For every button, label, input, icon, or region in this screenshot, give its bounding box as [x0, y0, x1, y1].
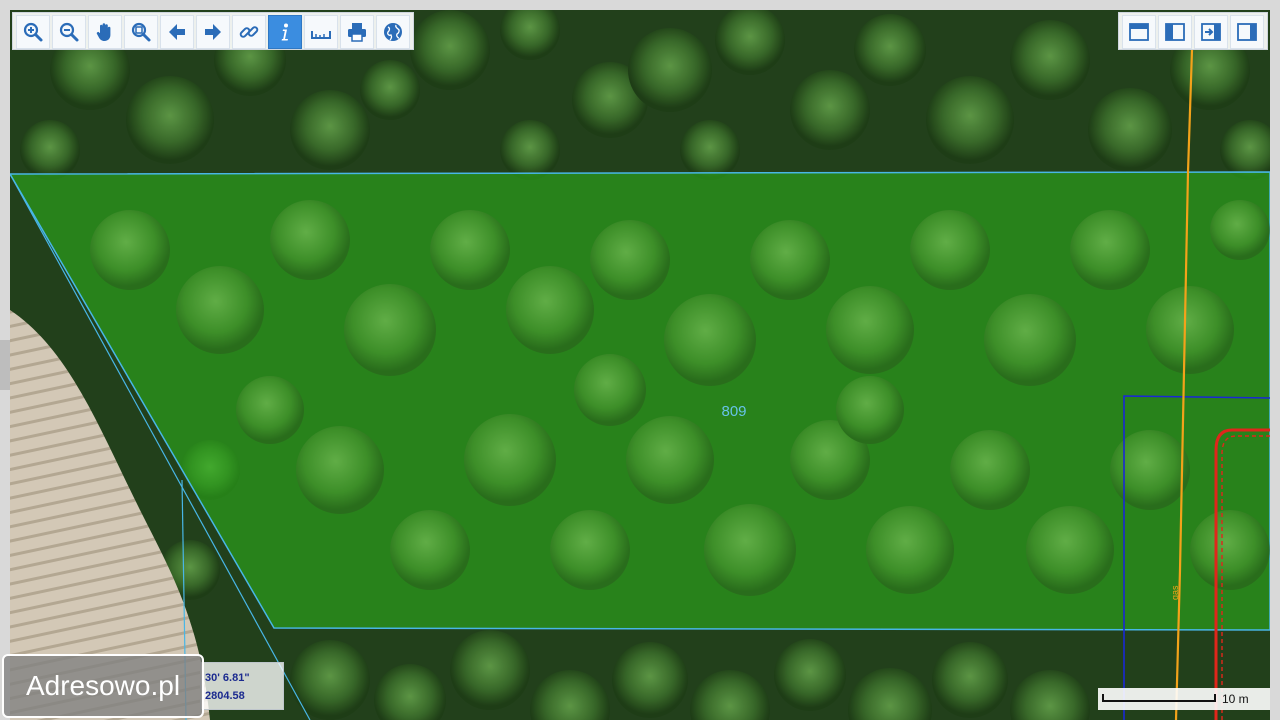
orange-line-label: gas: [1170, 585, 1180, 600]
pan-button[interactable]: [88, 15, 122, 49]
next-view-button[interactable]: [196, 15, 230, 49]
link-icon: [239, 26, 259, 38]
ruler-icon: [311, 31, 331, 39]
arrow-left-icon: [169, 24, 185, 40]
layout-right-button[interactable]: [1230, 15, 1264, 49]
coordinates-readout: 30' 6.81" 2804.58: [200, 662, 284, 710]
panel-top-icon: [1129, 23, 1149, 41]
parcel-number-label: 809: [721, 403, 746, 420]
layout-left-button[interactable]: [1158, 15, 1192, 49]
panel-arrow-icon: [1201, 23, 1221, 41]
side-panel-handle[interactable]: [0, 340, 10, 390]
printer-icon: [348, 23, 366, 42]
map-viewport[interactable]: 809 gas: [10, 10, 1270, 720]
scale-bar-line: [1102, 694, 1216, 702]
arrow-right-icon: [205, 24, 221, 40]
zoom-out-icon: [59, 22, 79, 42]
info-button[interactable]: [268, 15, 302, 49]
zoom-in-icon: [23, 22, 43, 42]
hand-icon: [96, 23, 111, 41]
zoom-extent-icon: [131, 22, 151, 42]
globe-icon: [384, 23, 402, 41]
zoom-in-button[interactable]: [16, 15, 50, 49]
zoom-out-button[interactable]: [52, 15, 86, 49]
scale-bar: 10 m: [1098, 688, 1270, 710]
panel-left-icon: [1165, 23, 1185, 41]
brand-logo[interactable]: Adresowo.pl: [2, 654, 204, 718]
link-button[interactable]: [232, 15, 266, 49]
layout-export-button[interactable]: [1194, 15, 1228, 49]
map-canvas[interactable]: 809 gas: [10, 10, 1270, 720]
zoom-extent-button[interactable]: [124, 15, 158, 49]
layout-toolbar: [1118, 12, 1268, 50]
print-button[interactable]: [340, 15, 374, 49]
globe-button[interactable]: [376, 15, 410, 49]
layout-top-button[interactable]: [1122, 15, 1156, 49]
panel-right-icon: [1237, 23, 1257, 41]
coordinate-line-2: 2804.58: [205, 690, 245, 702]
scale-bar-label: 10 m: [1222, 692, 1249, 706]
info-icon: [281, 23, 288, 41]
coordinate-line-1: 30' 6.81": [205, 672, 250, 684]
previous-view-button[interactable]: [160, 15, 194, 49]
measure-button[interactable]: [304, 15, 338, 49]
map-toolbar: [12, 12, 414, 50]
